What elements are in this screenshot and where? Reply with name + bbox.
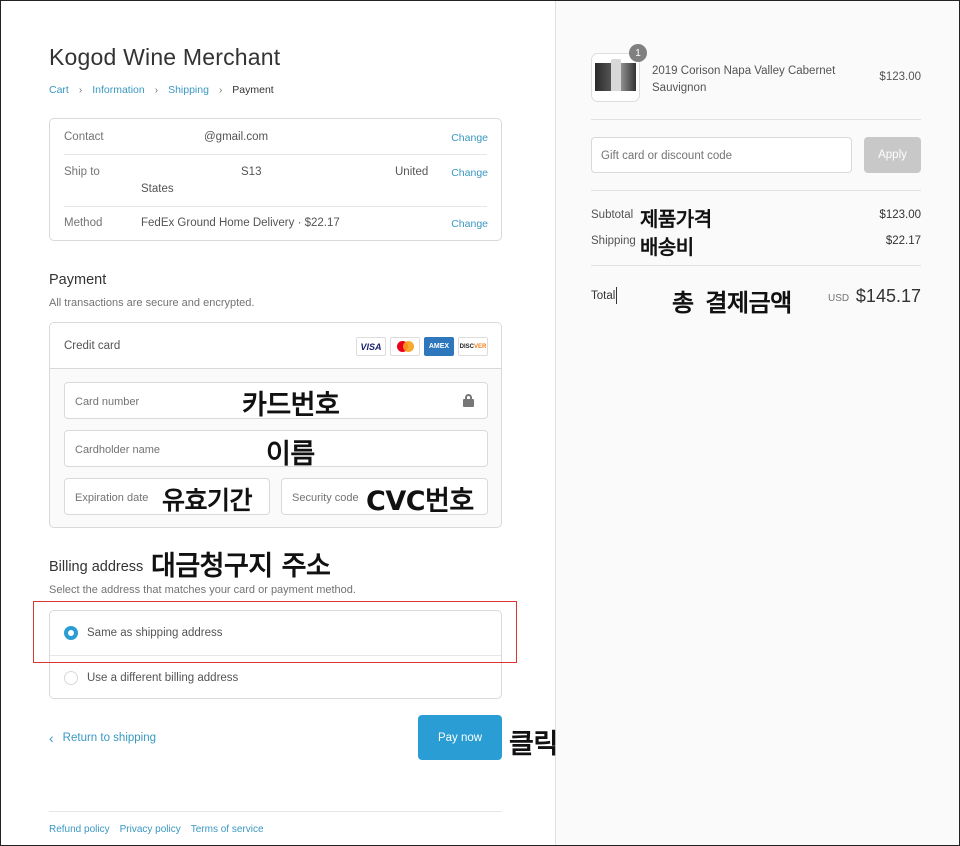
annotation-expiry: 유효기간 [162, 486, 253, 515]
privacy-policy-link[interactable]: Privacy policy [120, 824, 181, 835]
refund-policy-link[interactable]: Refund policy [49, 824, 110, 835]
return-label: Return to shipping [62, 732, 157, 744]
shipping-value: $22.17 [885, 235, 921, 247]
divider [64, 154, 487, 155]
change-contact-link[interactable]: Change [451, 132, 488, 144]
breadcrumb: Cart › Information › Shipping › Payment [49, 84, 274, 96]
divider [591, 190, 921, 191]
product-price: $123.00 [879, 71, 921, 83]
change-method-link[interactable]: Change [451, 218, 488, 230]
chevron-left-icon: ‹ [49, 730, 54, 746]
method-label: Method [64, 217, 103, 229]
contact-label: Contact [64, 131, 104, 143]
annotation-card-number: 카드번호 [242, 390, 340, 421]
divider [49, 811, 502, 812]
card-number-placeholder: Card number [75, 396, 140, 408]
shop-title[interactable]: Kogod Wine Merchant [49, 44, 280, 71]
quantity-badge: 1 [629, 44, 647, 62]
subtotal-value: $123.00 [879, 209, 921, 221]
shipping-label: Shipping [591, 235, 636, 247]
annotation-cvc: CVC번호 [366, 486, 474, 517]
chevron-right-icon: › [154, 84, 159, 96]
order-summary-panel [555, 0, 960, 846]
product-name: 2019 Corison Napa Valley Cabernet Sauvig… [652, 65, 836, 94]
card-logos: VISA AMEX DISC VER [356, 337, 488, 356]
checkout-main: Kogod Wine Merchant Cart › Information ›… [0, 0, 555, 846]
divider [591, 265, 921, 266]
billing-subtitle: Select the address that matches your car… [49, 584, 356, 596]
visa-icon: VISA [356, 337, 386, 356]
divider [64, 206, 487, 207]
radio-unchecked-icon[interactable] [64, 671, 78, 685]
currency-code: USD [828, 293, 850, 304]
mastercard-icon [390, 337, 420, 356]
discover-text-a: DISC [459, 343, 474, 350]
pay-now-button[interactable]: Pay now [418, 715, 502, 760]
discover-icon: DISC VER [458, 337, 488, 356]
return-to-shipping-link[interactable]: ‹ Return to shipping [49, 730, 156, 746]
change-shipto-link[interactable]: Change [451, 167, 488, 179]
breadcrumb-information[interactable]: Information [92, 84, 145, 96]
highlight-box [33, 601, 517, 663]
credit-card-header[interactable]: Credit card VISA AMEX DISC VER [50, 323, 501, 369]
shipto-value-part3: States [141, 183, 174, 195]
annotation-name: 이름 [266, 439, 315, 470]
method-value: FedEx Ground Home Delivery · $22.17 [141, 217, 340, 229]
contact-value: @gmail.com [204, 131, 269, 143]
shipto-value-part1: S13 [241, 166, 262, 178]
annotation-product-price: 제품가격 [640, 207, 712, 231]
footer-links: Refund policy Privacy policy Terms of se… [49, 824, 264, 835]
payment-title: Payment [49, 272, 107, 288]
subtotal-label: Subtotal [591, 209, 634, 221]
payment-subtitle: All transactions are secure and encrypte… [49, 297, 255, 309]
discover-text-b: VER [474, 343, 487, 350]
chevron-right-icon: › [78, 84, 83, 96]
discount-code-input[interactable]: Gift card or discount code [591, 137, 852, 173]
billing-title: Billing address [49, 559, 144, 575]
annotation-click: 클릭 [509, 729, 558, 760]
breadcrumb-shipping[interactable]: Shipping [168, 84, 209, 96]
product-line: 1 2019 Corison Napa Valley Cabernet Sauv… [591, 44, 921, 103]
breadcrumb-payment: Payment [232, 84, 274, 96]
credit-card-label: Credit card [64, 340, 121, 352]
divider [591, 119, 921, 120]
discount-placeholder: Gift card or discount code [601, 150, 733, 162]
cardholder-name-placeholder: Cardholder name [75, 444, 160, 456]
breadcrumb-cart[interactable]: Cart [49, 84, 69, 96]
security-code-placeholder: Security code [292, 492, 359, 504]
chevron-right-icon: › [218, 84, 223, 96]
total-value: $145.17 [855, 286, 921, 306]
apply-button[interactable]: Apply [864, 137, 921, 173]
amex-icon: AMEX [424, 337, 454, 356]
total-label: Total [591, 290, 616, 302]
annotation-shipping: 배송비 [640, 235, 694, 259]
terms-of-service-link[interactable]: Terms of service [191, 824, 264, 835]
text-cursor [616, 287, 617, 304]
expiration-date-placeholder: Expiration date [75, 492, 149, 504]
review-block: Contact @gmail.com Change Ship to S13 Un… [49, 118, 502, 241]
shipto-value-part2: United [395, 166, 429, 178]
annotation-billing: 대금청구지 주소 [151, 551, 331, 582]
billing-different-label: Use a different billing address [87, 672, 239, 684]
annotation-total: 총 결제금액 [672, 289, 792, 317]
lock-icon [463, 394, 474, 407]
shipto-label: Ship to [64, 166, 100, 178]
